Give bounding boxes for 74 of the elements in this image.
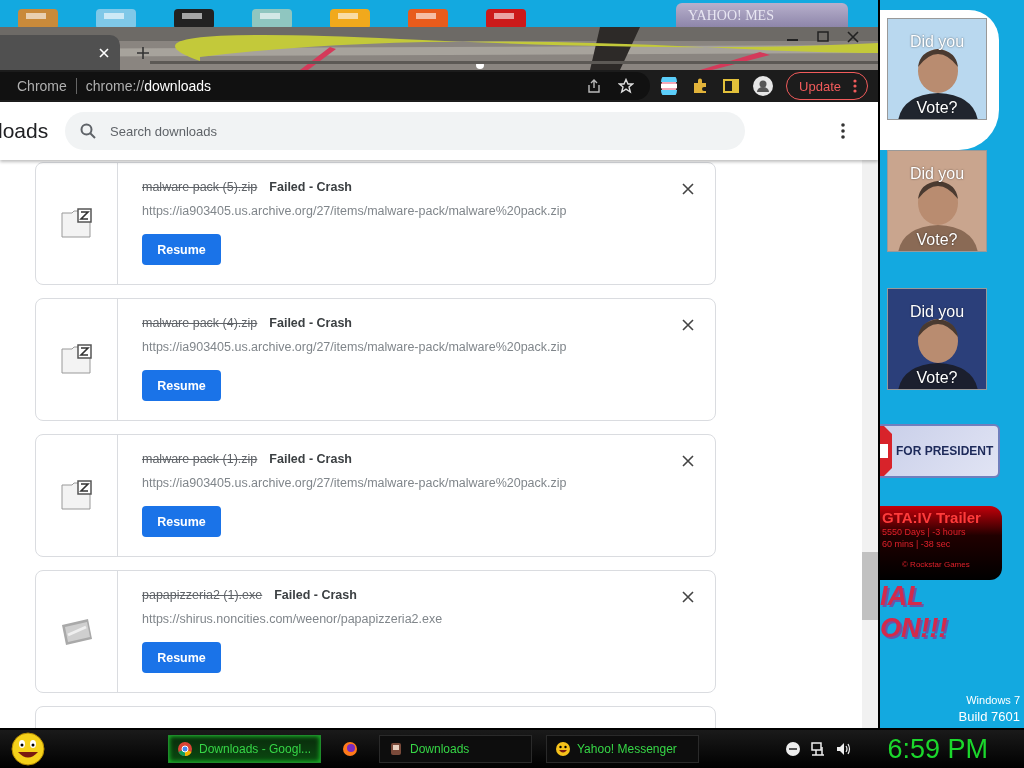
site-label: Chrome bbox=[17, 78, 77, 94]
resume-button[interactable]: Resume bbox=[142, 234, 221, 265]
resume-button[interactable]: Resume bbox=[142, 370, 221, 401]
search-icon bbox=[80, 123, 96, 139]
firefox-icon bbox=[342, 741, 358, 757]
download-url[interactable]: https://ia903405.us.archive.org/27/items/malware-pack/malware%20pack.zip bbox=[142, 476, 567, 490]
download-url[interactable]: https://ia903405.us.archive.org/27/items/malware-pack/malware%20pack.zip bbox=[142, 340, 567, 354]
overlay-text: Did you bbox=[909, 303, 965, 321]
taskbar-button[interactable]: Yahoo! Messenger bbox=[546, 735, 699, 763]
slogan-text: ON!!! bbox=[880, 612, 948, 644]
download-url[interactable]: https://shirus.noncities.com/weenor/papapizzeria2.exe bbox=[142, 612, 443, 626]
close-icon[interactable] bbox=[682, 319, 694, 331]
taskbar-button[interactable]: Downloads bbox=[379, 735, 532, 763]
overlay-text: Vote? bbox=[916, 369, 958, 387]
scrollbar-thumb[interactable] bbox=[862, 552, 878, 620]
stop-sign-icon bbox=[880, 426, 892, 476]
smiley-icon[interactable] bbox=[10, 731, 46, 767]
widget-title: GTA:IV Trailer bbox=[882, 509, 982, 526]
page-title: loads bbox=[0, 119, 50, 143]
os-version-text: Build 7601 bbox=[957, 709, 1020, 724]
clock-text[interactable]: 6:59 PM bbox=[887, 733, 988, 765]
close-icon[interactable] bbox=[682, 183, 694, 195]
close-icon[interactable] bbox=[844, 30, 862, 44]
volume-icon[interactable] bbox=[835, 741, 852, 757]
status-text: Failed - Crash bbox=[269, 452, 352, 466]
os-version-text: Windows 7 bbox=[965, 694, 1020, 706]
maximize-icon[interactable] bbox=[814, 30, 832, 44]
resume-button[interactable]: Resume bbox=[142, 642, 221, 673]
share-icon[interactable] bbox=[586, 78, 603, 94]
taskbar-button[interactable]: Downloads - Googl... bbox=[168, 735, 321, 763]
zip-file-icon bbox=[59, 206, 94, 241]
resume-button[interactable]: Resume bbox=[142, 506, 221, 537]
countdown-widget[interactable]: GTA:IV Trailer 5550 Days | -3 hours 60 mins | -38 sec © Rockstar Games bbox=[880, 506, 1002, 580]
overlay-text: Vote? bbox=[916, 231, 958, 249]
sidebar-icon[interactable] bbox=[722, 77, 741, 95]
countdown-text: 5550 Days | -3 hours bbox=[882, 526, 967, 538]
status-text: Failed - Crash bbox=[269, 316, 352, 330]
poster-tile[interactable]: Did you Vote? bbox=[887, 288, 987, 390]
network-icon[interactable] bbox=[810, 741, 827, 757]
overlay-text: Vote? bbox=[916, 99, 958, 117]
flag-icon[interactable] bbox=[660, 77, 679, 95]
file-name[interactable]: malware pack (1).zip bbox=[142, 452, 258, 466]
app-icon bbox=[388, 741, 404, 757]
poster-tile[interactable]: Did you Vote? bbox=[887, 18, 987, 120]
file-name[interactable]: malware pack (5).zip bbox=[142, 180, 258, 194]
close-icon[interactable] bbox=[682, 591, 694, 603]
chrome-icon bbox=[177, 741, 193, 757]
poster-tile[interactable]: Did you Vote? bbox=[887, 150, 987, 252]
kebab-icon[interactable] bbox=[853, 79, 857, 93]
smiley-icon bbox=[555, 741, 571, 757]
countdown-text: 60 mins | -38 sec bbox=[882, 538, 952, 550]
star-icon[interactable] bbox=[618, 78, 635, 94]
file-name[interactable]: papapizzeria2 (1).exe bbox=[142, 588, 263, 602]
file-name[interactable]: malware pack (4).zip bbox=[142, 316, 258, 330]
status-text: Failed - Crash bbox=[269, 180, 352, 194]
slogan-text: IAL bbox=[880, 580, 924, 612]
banner-text: FOR PRESIDENT bbox=[896, 444, 994, 458]
overlay-text: Did you bbox=[909, 165, 965, 183]
avatar-icon[interactable] bbox=[753, 76, 774, 96]
overlay-text: Did you bbox=[909, 33, 965, 51]
zip-file-icon bbox=[59, 478, 94, 513]
zip-file-icon bbox=[59, 342, 94, 377]
close-icon[interactable] bbox=[682, 455, 694, 467]
address-bar[interactable]: Chrome chrome://downloads bbox=[0, 72, 651, 100]
kebab-icon[interactable] bbox=[841, 123, 845, 139]
credit-text: © Rockstar Games bbox=[902, 560, 971, 569]
plus-icon[interactable] bbox=[136, 46, 150, 60]
campaign-banner[interactable]: FOR PRESIDENT bbox=[880, 424, 1000, 478]
download-url[interactable]: https://ia903405.us.archive.org/27/items/malware-pack/malware%20pack.zip bbox=[142, 204, 567, 218]
scrollbar[interactable] bbox=[862, 160, 878, 728]
status-icon[interactable] bbox=[785, 741, 802, 757]
status-text: Failed - Crash bbox=[274, 588, 357, 602]
search-field[interactable]: Search downloads bbox=[65, 112, 745, 150]
url-text: chrome://downloads bbox=[85, 78, 213, 94]
